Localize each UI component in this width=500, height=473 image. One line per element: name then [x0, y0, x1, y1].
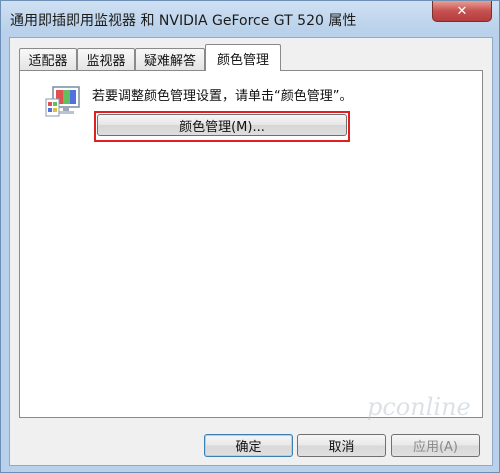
dialog-client-area: 适配器 监视器 疑难解答 颜色管理 若要调整颜色管理设置，请单击“颜色管理”。 [9, 37, 493, 466]
title-bar[interactable]: 通用即插即用监视器 和 NVIDIA GeForce GT 520 属性 ✕ [1, 1, 499, 37]
instruction-text: 若要调整颜色管理设置，请单击“颜色管理”。 [92, 89, 353, 104]
color-management-panel: 若要调整颜色管理设置，请单击“颜色管理”。 颜色管理(M)... [19, 70, 483, 418]
ok-button[interactable]: 确定 [204, 434, 293, 457]
tab-color-management[interactable]: 颜色管理 [205, 44, 281, 71]
apply-button[interactable]: 应用(A) [391, 434, 480, 457]
tab-troubleshoot[interactable]: 疑难解答 [135, 48, 205, 70]
color-management-button[interactable]: 颜色管理(M)... [97, 114, 347, 136]
window-title: 通用即插即用监视器 和 NVIDIA GeForce GT 520 属性 [10, 13, 357, 29]
tab-monitor[interactable]: 监视器 [77, 48, 135, 70]
cancel-button[interactable]: 取消 [297, 434, 386, 457]
close-button[interactable]: ✕ [432, 1, 492, 22]
color-monitor-icon [45, 86, 80, 117]
tab-adapter[interactable]: 适配器 [19, 48, 77, 70]
close-icon: ✕ [456, 3, 468, 19]
properties-dialog: 通用即插即用监视器 和 NVIDIA GeForce GT 520 属性 ✕ 适… [0, 0, 500, 473]
